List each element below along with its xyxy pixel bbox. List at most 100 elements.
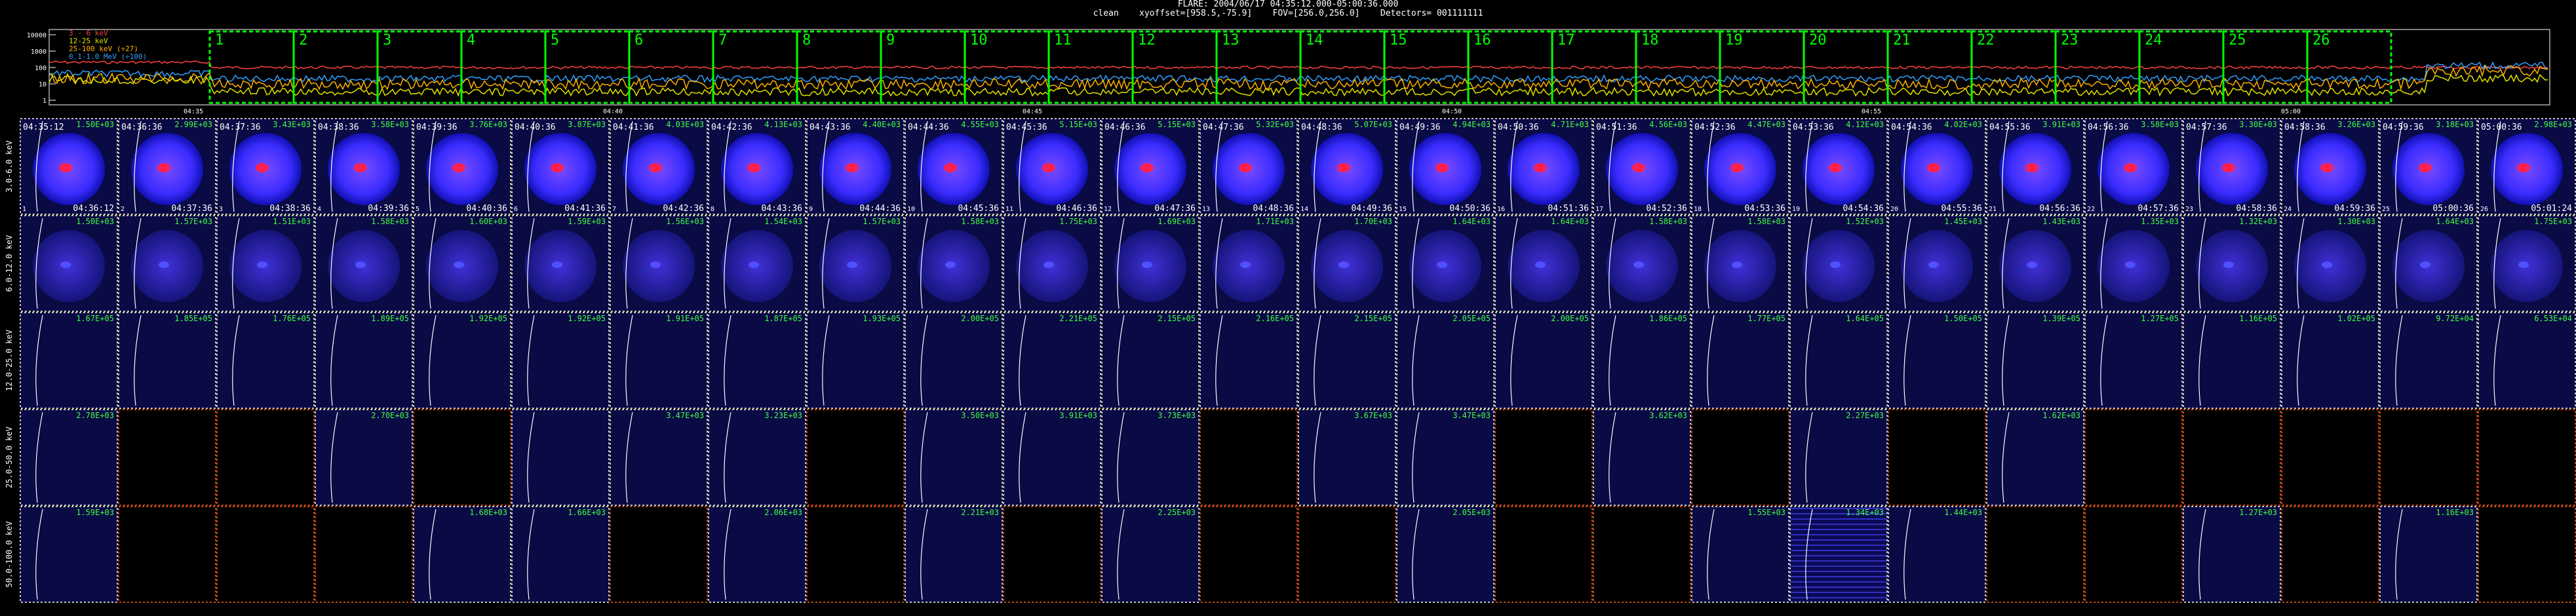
flare-source (846, 163, 859, 172)
max-value: 1.58E+03 (1747, 217, 1786, 226)
image-background (2183, 507, 2280, 602)
image-cell (511, 312, 610, 409)
image-cell (1298, 118, 1396, 215)
start-time: 04:46:36 (1104, 123, 1146, 132)
image-background (2380, 410, 2477, 505)
max-value: 3.67E+03 (1354, 411, 1392, 420)
image-cell (1101, 409, 1200, 506)
image-cell (2379, 312, 2478, 409)
flare-source (2322, 261, 2332, 268)
interval-index: 2 (121, 206, 125, 213)
end-time: 04:36:12 (73, 204, 114, 214)
flare-source (2518, 261, 2529, 268)
interval-index: 4 (317, 206, 321, 213)
image-cell (2084, 312, 2183, 409)
legend-entry: 0.1-1.0 MeV (÷100) (69, 52, 147, 61)
image-cell (2379, 506, 2478, 603)
flare-source (1435, 163, 1449, 172)
image-cell (1396, 118, 1494, 215)
image-background (1593, 410, 1690, 505)
max-value: 3.62E+03 (1649, 411, 1687, 420)
interval-number: 8 (802, 32, 811, 48)
image-cell (1888, 118, 1986, 215)
start-time: 04:56:36 (2088, 123, 2129, 132)
image-cell (1298, 506, 1396, 603)
max-value: 4.12E+03 (1846, 120, 1884, 129)
max-value: 1.89E+05 (371, 314, 409, 323)
max-value: 2.70E+03 (371, 411, 409, 420)
flare-source (649, 163, 662, 172)
start-time: 04:49:36 (1399, 123, 1441, 132)
image-cell (1789, 409, 1888, 506)
flare-source (159, 261, 169, 268)
interval-number: 9 (886, 32, 895, 48)
interval-number: 23 (2061, 32, 2078, 48)
max-value: 1.85E+05 (174, 314, 212, 323)
max-value: 1.87E+05 (764, 314, 802, 323)
image-background (1102, 410, 1199, 505)
max-value: 1.91E+05 (666, 314, 704, 323)
end-time: 04:41:36 (564, 204, 606, 214)
image-cell (315, 312, 413, 409)
flare-source (2223, 261, 2234, 268)
energy-band-label: 3.0-6.0 keV (5, 140, 14, 192)
image-background (119, 313, 216, 408)
end-time: 04:42:36 (663, 204, 704, 214)
interval-number: 2 (299, 32, 307, 48)
max-value: 3.87E+03 (568, 120, 606, 129)
image-cell (905, 215, 1003, 312)
flare-source (1732, 261, 1742, 268)
flare-source (650, 261, 661, 268)
max-value: 2.05E+05 (1453, 314, 1491, 323)
max-value: 1.75E+03 (2534, 217, 2572, 226)
start-time: 04:41:36 (613, 123, 654, 132)
end-time: 04:49:36 (1351, 204, 1392, 214)
image-background (1495, 313, 1592, 408)
image-background (1102, 507, 1199, 602)
image-background (1692, 410, 1789, 505)
image-cell (1298, 409, 1396, 506)
image-cell (1691, 409, 1789, 506)
image-cell (1396, 215, 1494, 312)
flare-source (944, 163, 957, 172)
image-cell (1494, 312, 1593, 409)
start-time: 04:58:36 (2284, 123, 2326, 132)
start-time: 04:43:36 (810, 123, 851, 132)
time-tick-label: 04:35 (184, 108, 203, 115)
start-time: 04:51:36 (1596, 123, 1637, 132)
start-time: 04:59:36 (2383, 123, 2424, 132)
image-cell (2379, 118, 2478, 215)
max-value: 3.47E+03 (1453, 411, 1491, 420)
max-value: 3.73E+03 (1158, 411, 1196, 420)
image-cell (2183, 409, 2281, 506)
image-background (1593, 507, 1690, 602)
image-cell (315, 409, 413, 506)
interval-number: 19 (1725, 32, 1743, 48)
image-background (905, 507, 1002, 602)
image-background (709, 410, 806, 505)
flare-source (552, 261, 562, 268)
image-background (20, 313, 117, 408)
max-value: 1.16E+03 (2436, 508, 2474, 517)
interval-index: 18 (1694, 206, 1702, 213)
flare-source (60, 261, 71, 268)
image-background (119, 410, 216, 505)
image-cell (511, 118, 610, 215)
image-cell (708, 118, 806, 215)
flare-source (2124, 163, 2137, 172)
image-cell (1986, 312, 2084, 409)
image-background (315, 313, 412, 408)
image-cell (905, 409, 1003, 506)
end-time: 04:58:36 (2236, 204, 2277, 214)
image-cell (2084, 215, 2183, 312)
flare-source (1534, 163, 1547, 172)
max-value: 2.98E+03 (2534, 120, 2572, 129)
max-value: 1.62E+03 (2042, 411, 2080, 420)
max-value: 1.30E+03 (2337, 217, 2375, 226)
interval-number: 14 (1306, 32, 1323, 48)
flare-source (1830, 261, 1841, 268)
image-cell (1494, 506, 1593, 603)
end-time: 04:51:36 (1548, 204, 1589, 214)
flare-title: FLARE: 2004/06/17 04:35:12.000-05:00:36.… (1177, 0, 1399, 9)
image-background (1004, 507, 1101, 602)
